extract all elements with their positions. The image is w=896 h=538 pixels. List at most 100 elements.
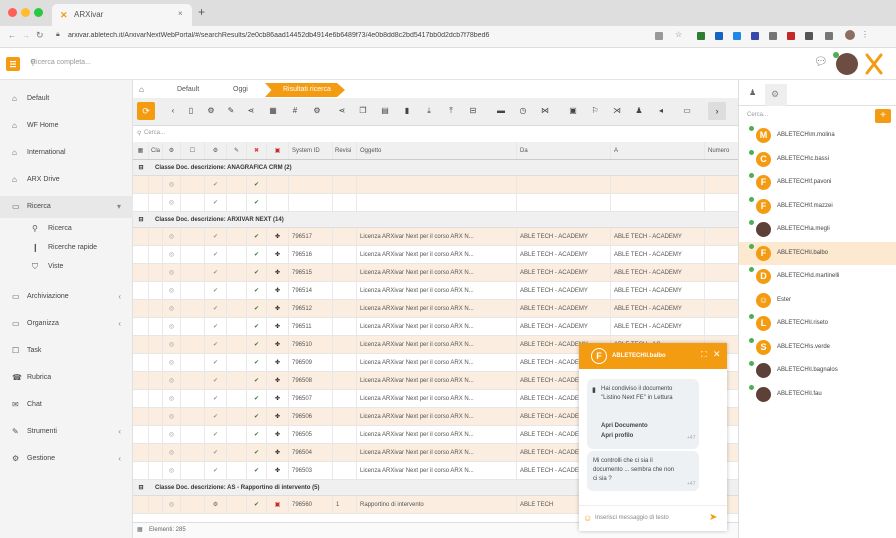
menu-toggle-button[interactable] [6, 57, 20, 71]
group-row[interactable]: ⊟ Classe Doc. descrizione: ANAGRAFICA CRM… [133, 160, 738, 176]
sidebar-item-default[interactable]: ⌂ Default [0, 88, 133, 110]
grid-icon[interactable]: ▦ [267, 105, 279, 117]
open-profile-link[interactable]: Apri profilo [601, 433, 633, 439]
contact-item[interactable]: ABLETECH\a.megli [739, 218, 896, 241]
extension-icon[interactable] [751, 32, 759, 40]
browser-tab[interactable]: ✕ ARXivar × [52, 4, 192, 26]
hash-icon[interactable]: # [289, 105, 301, 117]
contact-item[interactable]: ABLETECH\l.fau [739, 383, 896, 406]
share-icon[interactable]: ⋖ [245, 105, 257, 117]
forward-icon[interactable]: → [22, 31, 30, 40]
home-icon[interactable]: ⌂ [139, 85, 144, 94]
user-avatar[interactable] [836, 53, 858, 75]
contact-item[interactable]: ABLETECH\l.bagnalos [739, 359, 896, 382]
column-header-system-id[interactable]: System ID [289, 142, 333, 159]
sidebar-item-wf-home[interactable]: ⌂ WF Home [0, 115, 133, 137]
preview-icon[interactable]: ☐ [181, 142, 205, 159]
column-header-numero[interactable]: Numero [705, 142, 738, 159]
column-header-a[interactable]: A [611, 142, 705, 159]
table-row[interactable]: ◎ ✔ ✔ ✤ 796511 Licenza ARXivar Next per il co… [133, 318, 738, 336]
settings-tab[interactable]: ⚙ [765, 84, 787, 106]
contact-item[interactable]: ☺ Ester [739, 289, 896, 312]
settings-icon[interactable]: ⚙ [163, 142, 181, 159]
contact-item[interactable]: F ABLETECH\f.mazzei [739, 195, 896, 218]
share-icon[interactable]: ⋖ [336, 105, 348, 117]
workflow-icon[interactable]: ⚐ [589, 105, 601, 117]
sidebar-item-ricerca[interactable]: ▭ Ricerca ▾ [0, 196, 133, 218]
extension-icon[interactable] [715, 32, 723, 40]
edit-icon[interactable]: ✎ [225, 105, 237, 117]
send-icon[interactable]: ◂ [655, 105, 667, 117]
table-row[interactable]: ◎ ✔ ✔ ✤ 796515 Licenza ARXivar Next per il co… [133, 264, 738, 282]
toolbar-scroll-right-button[interactable]: › [708, 102, 726, 120]
sidebar-item-task[interactable]: ☐ Task [0, 340, 133, 362]
history-icon[interactable]: ◷ [517, 105, 529, 117]
archive-icon[interactable]: ▣ [567, 105, 579, 117]
url-field[interactable]: arxivar.abletech.it/ArxivarNextWebPortal… [68, 32, 628, 39]
profile-avatar[interactable] [845, 30, 855, 40]
chat-icon[interactable]: 💬︎ [814, 55, 828, 68]
contact-item[interactable]: M ABLETECH\m.molina [739, 124, 896, 147]
extension-icon[interactable] [805, 32, 813, 40]
upload-icon[interactable]: ⤒ [445, 105, 457, 117]
new-tab-icon[interactable]: + [198, 5, 205, 19]
user-icon[interactable]: ♟ [749, 88, 756, 97]
refresh-button[interactable]: ⟳ [137, 102, 155, 120]
extension-icon[interactable] [733, 32, 741, 40]
sidebar-item-strumenti[interactable]: ✎ Strumenti ‹ [0, 421, 133, 443]
window-maximize-button[interactable] [34, 8, 43, 17]
column-header-revisione[interactable]: Revisi [333, 142, 357, 159]
contact-item[interactable]: F ABLETECH\f.pavoni [739, 171, 896, 194]
chevron-left-icon[interactable]: ‹ [167, 105, 179, 117]
sidebar-item-arx-drive[interactable]: ⌂ ARX Drive [0, 169, 133, 191]
column-header-oggetto[interactable]: Oggetto [357, 142, 517, 159]
download-icon[interactable]: ⤓ [423, 105, 435, 117]
column-header-da[interactable]: Da [517, 142, 611, 159]
table-row[interactable]: ◎ ✔ ✔ ✤ 796517 Licenza ARXivar Next per il co… [133, 228, 738, 246]
contact-item[interactable]: S ABLETECH\s.verde [739, 336, 896, 359]
collapse-icon[interactable]: ⊟ [133, 480, 149, 495]
select-all-icon[interactable]: ▦ [133, 142, 149, 159]
sidebar-item-organizza[interactable]: ▭ Organizza ‹ [0, 313, 133, 335]
print-icon[interactable]: ⊟ [467, 105, 479, 117]
contact-item[interactable]: D ABLETECH\d.martinelli [739, 265, 896, 288]
gear-icon[interactable]: ⚙ [311, 105, 323, 117]
star-icon[interactable]: ☆ [675, 30, 682, 39]
window-close-button[interactable] [8, 8, 17, 17]
extension-icon[interactable] [825, 32, 833, 40]
sidebar-item-rubrica[interactable]: ☎ Rubrica [0, 367, 133, 389]
contact-item[interactable]: L ABLETECH\l.riseto [739, 312, 896, 335]
select-all-icon[interactable]: ▦ [137, 526, 143, 533]
compare-icon[interactable]: ⋈ [539, 105, 551, 117]
table-row[interactable]: ◎ ✔ ✔ ✤ 796512 Licenza ARXivar Next per il co… [133, 300, 738, 318]
extension-icon[interactable] [697, 32, 705, 40]
table-row[interactable]: ◎ ✔ ✔ [133, 176, 738, 194]
open-document-link[interactable]: Apri Documento [601, 423, 648, 429]
add-contact-button[interactable]: + [875, 109, 891, 123]
gear-icon[interactable]: ⚙ [205, 105, 217, 117]
column-header-cla[interactable]: Cla [149, 142, 163, 159]
breadcrumb-item[interactable]: Default [177, 86, 199, 93]
merge-icon[interactable]: ⋊ [611, 105, 623, 117]
pdf-icon[interactable]: ▣ [267, 142, 289, 159]
note-icon[interactable]: ▤ [379, 105, 391, 117]
collapse-icon[interactable]: ⊟ [133, 160, 149, 175]
document-icon[interactable]: ▯ [185, 105, 197, 117]
table-row[interactable]: ◎ ✔ ✔ ✤ 796514 Licenza ARXivar Next per il co… [133, 282, 738, 300]
group-row[interactable]: ⊟ Classe Doc. descrizione: ARXIVAR NEXT (… [133, 212, 738, 228]
table-row[interactable]: ◎ ✔ ✔ ✤ 796516 Licenza ARXivar Next per il co… [133, 246, 738, 264]
breadcrumb-item[interactable]: Oggi [233, 86, 248, 93]
emoji-icon[interactable]: ☺ [583, 513, 592, 523]
extension-icon[interactable] [769, 32, 777, 40]
user-icon[interactable]: ♟ [633, 105, 645, 117]
sidebar-subitem-viste[interactable]: ⛉ Viste [0, 256, 133, 278]
gears-icon[interactable]: ⚙ [205, 142, 227, 159]
box-icon[interactable]: ▭ [681, 105, 693, 117]
copy-icon[interactable]: ❐ [357, 105, 369, 117]
extension-icon[interactable] [655, 32, 663, 40]
close-icon[interactable]: ✕ [713, 349, 721, 360]
sidebar-item-chat[interactable]: ✉ Chat [0, 394, 133, 416]
contacts-search-input[interactable]: Cerca... [747, 112, 768, 118]
folder-icon[interactable]: ▬ [495, 105, 507, 117]
chat-input[interactable]: Inserisci messaggio di testo [595, 515, 669, 521]
